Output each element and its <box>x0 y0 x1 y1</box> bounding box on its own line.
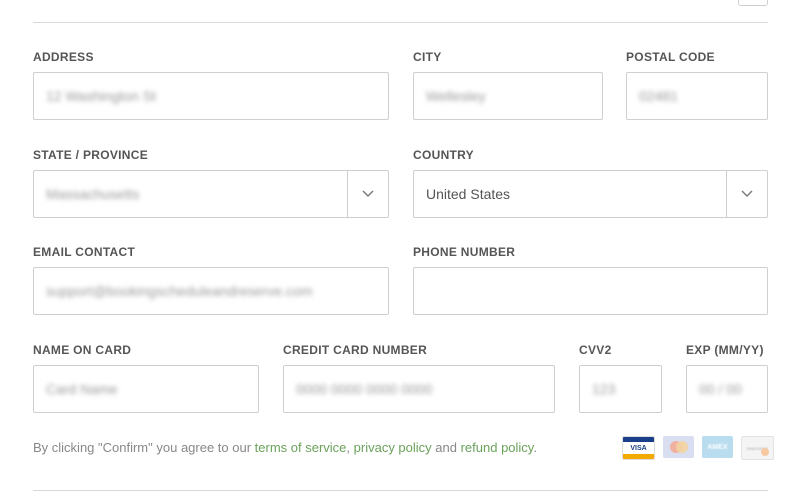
country-select[interactable]: United States <box>413 170 768 218</box>
name-on-card-input[interactable] <box>34 366 258 412</box>
phone-field[interactable] <box>413 267 768 315</box>
chevron-down-icon[interactable] <box>348 171 388 217</box>
city-field[interactable] <box>413 72 603 120</box>
cvv2-field[interactable] <box>579 365 662 413</box>
country-select-value: United States <box>426 186 511 202</box>
state-select-value: Massachusetts <box>46 186 140 202</box>
consent-text: By clicking "Confirm" you agree to our t… <box>33 440 537 455</box>
section-divider-bottom <box>33 490 768 491</box>
email-label: EMAIL CONTACT <box>33 245 136 259</box>
mastercard-card-icon <box>663 436 694 458</box>
cvv2-label: CVV2 <box>579 343 612 357</box>
card-number-input[interactable] <box>284 366 554 412</box>
postal-code-input[interactable] <box>627 73 767 119</box>
discover-card-icon: DISCOVER <box>741 436 774 460</box>
name-on-card-field[interactable] <box>33 365 259 413</box>
state-select[interactable]: Massachusetts <box>33 170 389 218</box>
phone-label: PHONE NUMBER <box>413 245 516 259</box>
visa-card-text: VISA <box>630 444 647 452</box>
state-label: STATE / PROVINCE <box>33 148 149 162</box>
visa-card-icon: VISA <box>622 436 655 460</box>
card-number-field[interactable] <box>283 365 555 413</box>
privacy-policy-link[interactable]: privacy policy <box>354 440 432 455</box>
consent-separator: and <box>431 440 461 455</box>
cvv2-input[interactable] <box>580 366 661 412</box>
refund-policy-link[interactable]: refund policy <box>461 440 534 455</box>
card-number-label: CREDIT CARD NUMBER <box>283 343 428 357</box>
postal-code-label: POSTAL CODE <box>626 50 715 64</box>
city-input[interactable] <box>414 73 602 119</box>
address-label: ADDRESS <box>33 50 94 64</box>
address-field[interactable] <box>33 72 389 120</box>
email-field[interactable] <box>33 267 389 315</box>
top-right-control[interactable] <box>738 0 768 6</box>
accepted-cards: VISA AMEX DISCOVER <box>622 436 774 460</box>
phone-input[interactable] <box>414 268 767 314</box>
postal-code-field[interactable] <box>626 72 768 120</box>
section-divider-top <box>33 22 768 23</box>
exp-input[interactable] <box>687 366 767 412</box>
city-label: CITY <box>413 50 442 64</box>
chevron-down-icon[interactable] <box>727 171 767 217</box>
terms-of-service-link[interactable]: terms of service <box>255 440 347 455</box>
exp-label: EXP (MM/YY) <box>686 343 764 357</box>
consent-prefix: By clicking "Confirm" you agree to our <box>33 440 255 455</box>
email-input[interactable] <box>34 268 388 314</box>
address-input[interactable] <box>34 73 388 119</box>
consent-suffix: . <box>533 440 537 455</box>
amex-card-text: AMEX <box>707 443 728 451</box>
consent-separator: , <box>346 440 354 455</box>
amex-card-icon: AMEX <box>702 436 733 458</box>
country-label: COUNTRY <box>413 148 474 162</box>
name-on-card-label: NAME ON CARD <box>33 343 132 357</box>
exp-field[interactable] <box>686 365 768 413</box>
